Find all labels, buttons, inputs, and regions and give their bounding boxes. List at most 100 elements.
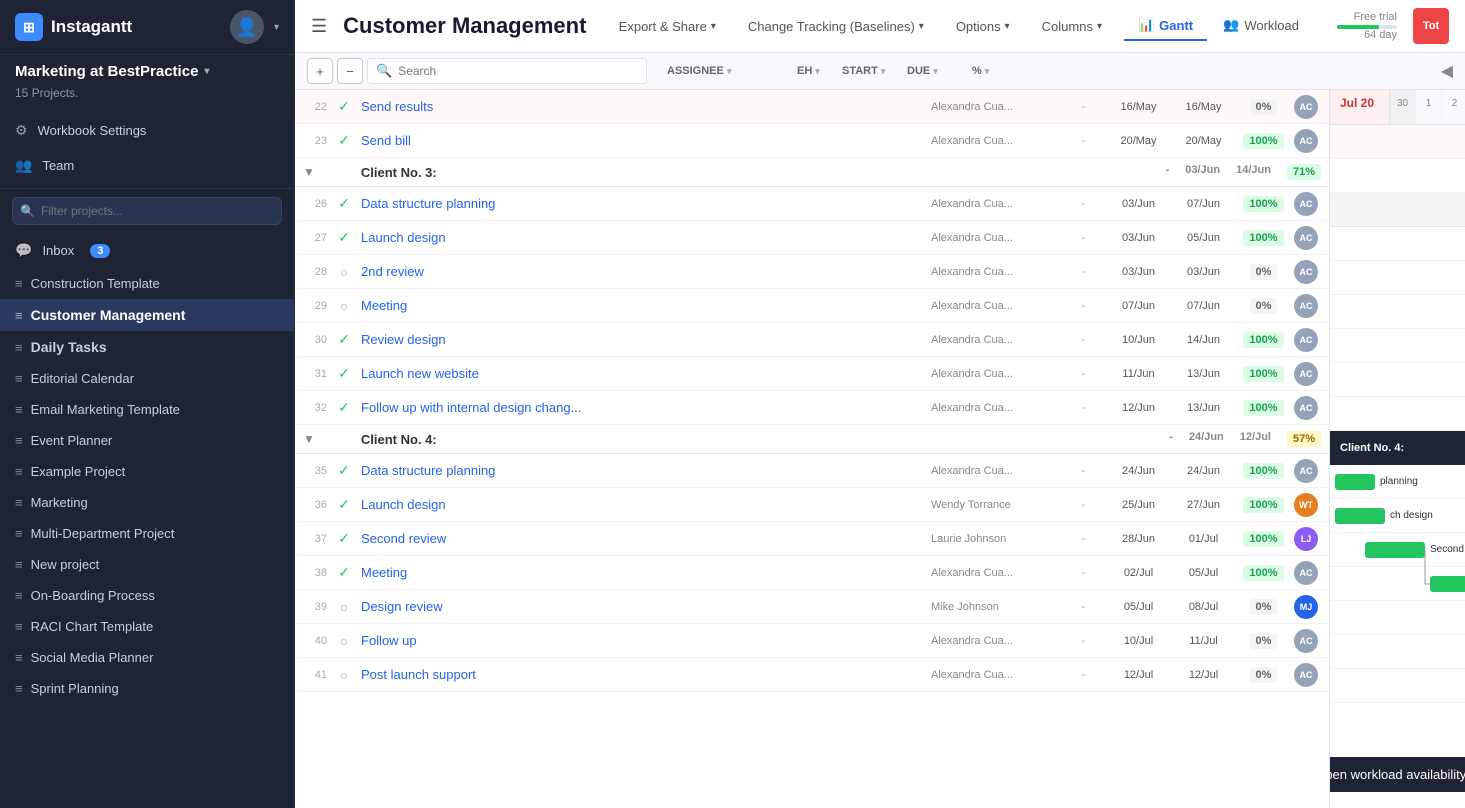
row-pct: 0%	[1236, 633, 1291, 649]
row-check[interactable]: ○	[333, 633, 355, 649]
table-row[interactable]: 31 ✓ Launch new website Alexandra Cua...…	[295, 357, 1329, 391]
filter-input[interactable]	[12, 197, 282, 225]
table-row[interactable]: 27 ✓ Launch design Alexandra Cua... - 03…	[295, 221, 1329, 255]
project-list: ≡ Construction Template ≡ Customer Manag…	[0, 268, 294, 808]
sidebar-item-email[interactable]: ≡ Email Marketing Template	[0, 394, 294, 425]
row-check[interactable]: ○	[333, 264, 355, 280]
project-label: Event Planner	[31, 433, 113, 448]
row-name: Data structure planning	[355, 463, 931, 478]
table-row[interactable]: 35 ✓ Data structure planning Alexandra C…	[295, 454, 1329, 488]
row-check[interactable]: ○	[333, 667, 355, 683]
row-check[interactable]: ✓	[333, 98, 355, 115]
sidebar-item-example[interactable]: ≡ Example Project	[0, 456, 294, 487]
export-share-button[interactable]: Export & Share ▾	[609, 14, 726, 39]
gantt-days: 30 1 2 3 4 5 6 7 8 9 10 11 12 13 14 15	[1390, 90, 1465, 124]
table-row[interactable]: 37 ✓ Second review Laurie Johnson - 28/J…	[295, 522, 1329, 556]
col-pct-header[interactable]: % ▾	[966, 65, 1021, 77]
row-check[interactable]: ✓	[333, 462, 355, 479]
row-check[interactable]: ✓	[333, 195, 355, 212]
collapse-icon[interactable]: ▼	[303, 432, 315, 446]
table-row[interactable]: 28 ○ 2nd review Alexandra Cua... - 03/Ju…	[295, 255, 1329, 289]
row-num: 37	[303, 533, 333, 545]
sidebar-item-construction[interactable]: ≡ Construction Template	[0, 268, 294, 299]
collapse-button[interactable]: −	[337, 58, 363, 84]
table-row[interactable]: 23 ✓ Send bill Alexandra Cua... - 20/May…	[295, 124, 1329, 158]
table-container: 22 ✓ Send results Alexandra Cua... - 16/…	[295, 90, 1465, 808]
row-name: Send bill	[355, 133, 931, 148]
row-check[interactable]: ✓	[333, 229, 355, 246]
tab-workload[interactable]: 👥 Workload	[1209, 11, 1313, 41]
sidebar-item-daily[interactable]: ≡ Daily Tasks	[0, 331, 294, 363]
search-input[interactable]	[398, 64, 638, 78]
check-done-icon: ✓	[338, 462, 350, 479]
table-row[interactable]: 22 ✓ Send results Alexandra Cua... - 16/…	[295, 90, 1329, 124]
sidebar-item-sprint[interactable]: ≡ Sprint Planning	[0, 673, 294, 704]
menu-icon[interactable]: ☰	[311, 16, 327, 37]
col-due-header[interactable]: DUE ▾	[901, 65, 966, 77]
col-eh-header[interactable]: EH ▾	[791, 65, 836, 77]
table-row[interactable]: 29 ○ Meeting Alexandra Cua... - 07/Jun 0…	[295, 289, 1329, 323]
table-row[interactable]: 26 ✓ Data structure planning Alexandra C…	[295, 187, 1329, 221]
sidebar-item-editorial[interactable]: ≡ Editorial Calendar	[0, 363, 294, 394]
expand-button[interactable]: +	[307, 58, 333, 84]
options-button[interactable]: Options ▾	[946, 14, 1020, 39]
row-check[interactable]: ○	[333, 298, 355, 314]
check-pending-icon: ○	[340, 264, 348, 280]
row-assignee: Alexandra Cua...	[931, 266, 1061, 278]
col-assignee-header[interactable]: ASSIGNEE ▾	[661, 65, 791, 77]
sidebar-item-social[interactable]: ≡ Social Media Planner	[0, 642, 294, 673]
back-button[interactable]: ◀	[1441, 61, 1453, 81]
sidebar-item-team[interactable]: 👥 Team	[0, 148, 294, 183]
sidebar-item-marketing[interactable]: ≡ Marketing	[0, 487, 294, 518]
row-check[interactable]: ✓	[333, 564, 355, 581]
sidebar-item-workbook-settings[interactable]: ⚙ Workbook Settings	[0, 113, 294, 148]
row-eh: -	[1061, 135, 1106, 147]
sidebar-item-multi[interactable]: ≡ Multi-Department Project	[0, 518, 294, 549]
tab-gantt[interactable]: 📊 Gantt	[1124, 11, 1207, 41]
row-num: 31	[303, 368, 333, 380]
sidebar-item-event[interactable]: ≡ Event Planner	[0, 425, 294, 456]
group-title-client4: Client No. 4:	[361, 432, 437, 447]
project-label: Customer Management	[31, 307, 186, 323]
row-check[interactable]: ✓	[333, 530, 355, 547]
change-tracking-button[interactable]: Change Tracking (Baselines) ▾	[738, 14, 934, 39]
table-row[interactable]: 36 ✓ Launch design Wendy Torrance - 25/J…	[295, 488, 1329, 522]
columns-button[interactable]: Columns ▾	[1032, 14, 1112, 39]
row-check[interactable]: ✓	[333, 331, 355, 348]
table-row[interactable]: 39 ○ Design review Mike Johnson - 05/Jul…	[295, 590, 1329, 624]
row-start: 02/Jul	[1106, 567, 1171, 579]
table-row[interactable]: 38 ✓ Meeting Alexandra Cua... - 02/Jul 0…	[295, 556, 1329, 590]
sidebar-chevron-icon[interactable]: ▾	[274, 22, 279, 33]
row-num: 40	[303, 635, 333, 647]
project-label: New project	[31, 557, 100, 572]
sidebar-item-new[interactable]: ≡ New project	[0, 549, 294, 580]
table-row[interactable]: 40 ○ Follow up Alexandra Cua... - 10/Jul…	[295, 624, 1329, 658]
row-check[interactable]: ✓	[333, 365, 355, 382]
collapse-icon[interactable]: ▼	[303, 165, 315, 179]
row-due: 20/May	[1171, 135, 1236, 147]
row-check[interactable]: ○	[333, 599, 355, 615]
sidebar-item-raci[interactable]: ≡ RACI Chart Template	[0, 611, 294, 642]
table-row[interactable]: 30 ✓ Review design Alexandra Cua... - 10…	[295, 323, 1329, 357]
row-avatar: AC	[1291, 129, 1321, 153]
col-start-header[interactable]: START ▾	[836, 65, 901, 77]
row-name: Follow up	[355, 633, 931, 648]
filter-wrap: 🔍	[12, 197, 282, 225]
row-eh: -	[1061, 567, 1106, 579]
row-check[interactable]: ✓	[333, 399, 355, 416]
table-row[interactable]: 32 ✓ Follow up with internal design chan…	[295, 391, 1329, 425]
workload-button[interactable]: Open workload availability ▾	[1330, 757, 1465, 792]
workspace-name[interactable]: Marketing at BestPractice ▾	[0, 55, 294, 84]
row-check[interactable]: ✓	[333, 496, 355, 513]
table-row[interactable]: 41 ○ Post launch support Alexandra Cua..…	[295, 658, 1329, 692]
avatar-circle: AC	[1294, 95, 1318, 119]
avatar[interactable]: 👤	[230, 10, 264, 44]
sidebar-item-inbox[interactable]: 💬 Inbox 3	[0, 233, 294, 268]
row-assignee: Alexandra Cua...	[931, 232, 1061, 244]
row-check[interactable]: ✓	[333, 132, 355, 149]
sidebar-item-onboarding[interactable]: ≡ On-Boarding Process	[0, 580, 294, 611]
gantt-day: 30	[1390, 90, 1416, 124]
gantt-row-bg	[1330, 295, 1465, 329]
sidebar-item-customer[interactable]: ≡ Customer Management	[0, 299, 294, 331]
trial-label: Free trial	[1337, 11, 1397, 23]
